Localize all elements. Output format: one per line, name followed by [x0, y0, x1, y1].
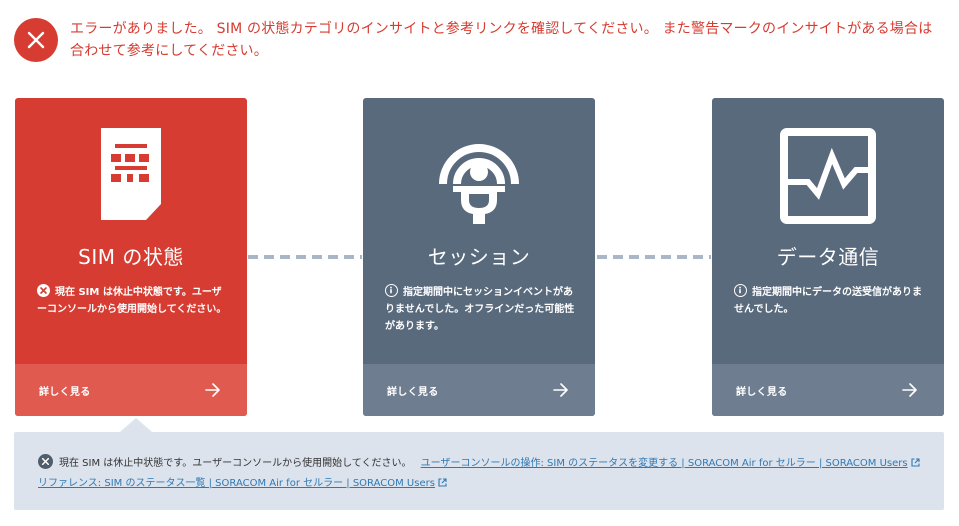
- card-title: データ通信: [776, 245, 880, 269]
- panel-pointer: [120, 418, 152, 432]
- card-message: 指定期間中にセッションイベントがありませんでした。オフラインだった可能性がありま…: [385, 284, 577, 335]
- card-message: 指定期間中にデータの送受信がありませんでした。: [734, 284, 926, 318]
- card-footer-details[interactable]: 詳しく見る: [712, 364, 944, 416]
- insight-detail-panel: 現在 SIM は休止中状態です。ユーザーコンソールから使用開始してください。 ユ…: [14, 432, 944, 510]
- details-link[interactable]: 詳しく見る: [39, 383, 91, 398]
- signal-antenna-icon: [363, 128, 595, 228]
- arrow-right-icon: [902, 383, 917, 397]
- error-circle-icon: [37, 284, 50, 297]
- card-footer-details[interactable]: 詳しく見る: [363, 364, 595, 416]
- error-circle-icon: [38, 454, 53, 469]
- external-link-icon: [911, 458, 920, 467]
- card-footer-details[interactable]: 詳しく見る: [15, 364, 247, 416]
- card-session[interactable]: セッション 指定期間中にセッションイベントがありませんでした。オフラインだった可…: [363, 98, 595, 416]
- detail-message: 現在 SIM は休止中状態です。ユーザーコンソールから使用開始してください。: [59, 458, 412, 469]
- error-banner: エラーがありました。 SIM の状態カテゴリのインサイトと参考リンクを確認してく…: [14, 14, 944, 64]
- reference-link-status-list[interactable]: リファレンス: SIM のステータス一覧 | SORACOM Air for セ…: [38, 478, 435, 489]
- reference-link-console[interactable]: ユーザーコンソールの操作: SIM のステータスを変更する | SORACOM …: [421, 458, 908, 469]
- data-chart-icon: [712, 128, 944, 228]
- info-icon: [734, 284, 747, 297]
- card-sim-status[interactable]: SIM の状態 現在 SIM は休止中状態です。ユーザーコンソールから使用開始し…: [15, 98, 247, 416]
- card-data-communication[interactable]: データ通信 指定期間中にデータの送受信がありませんでした。 詳しく見る: [712, 98, 944, 416]
- arrow-right-icon: [205, 383, 220, 397]
- detail-line: リファレンス: SIM のステータス一覧 | SORACOM Air for セ…: [38, 474, 920, 494]
- sim-card-icon: [15, 128, 247, 228]
- card-message: 現在 SIM は休止中状態です。ユーザーコンソールから使用開始してください。: [37, 284, 229, 318]
- error-message: エラーがありました。 SIM の状態カテゴリのインサイトと参考リンクを確認してく…: [70, 21, 933, 59]
- connector-line: [248, 255, 362, 259]
- detail-line: 現在 SIM は休止中状態です。ユーザーコンソールから使用開始してください。 ユ…: [38, 454, 920, 474]
- details-link[interactable]: 詳しく見る: [387, 383, 439, 398]
- details-link[interactable]: 詳しく見る: [736, 383, 788, 398]
- external-link-icon: [438, 478, 447, 487]
- arrow-right-icon: [553, 383, 568, 397]
- close-icon: [14, 18, 58, 62]
- card-title: セッション: [427, 245, 531, 269]
- info-icon: [385, 284, 398, 297]
- connector-line: [597, 255, 711, 259]
- card-title: SIM の状態: [78, 245, 184, 269]
